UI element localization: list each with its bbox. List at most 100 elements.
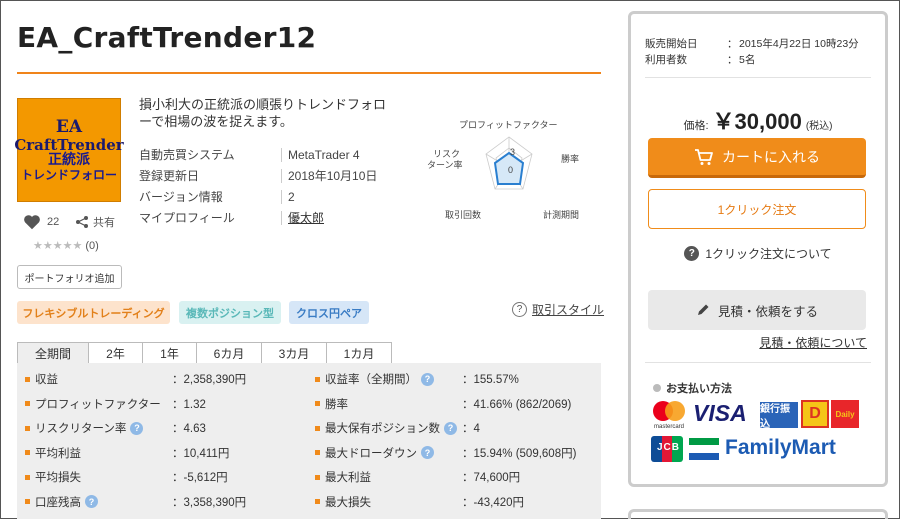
rating-count: (0) (85, 240, 99, 252)
bullet-icon (25, 401, 30, 407)
help-icon[interactable]: ? (85, 495, 98, 509)
stat-value: ：74,600円 (462, 472, 521, 485)
payment-title-label: お支払い方法 (666, 383, 732, 395)
quote-request-button[interactable]: 見積・依頼をする (648, 290, 866, 330)
release-date-label: 販売開始日 (645, 38, 698, 50)
stat-value: ：-5,612円 (172, 472, 228, 485)
share-label: 共有 (93, 217, 115, 229)
bullet-icon (25, 425, 30, 431)
page-title: EA_CraftTrender12 (17, 21, 317, 54)
tab-1m[interactable]: 1カ月 (326, 342, 392, 364)
divider (645, 77, 871, 78)
stat-label: 収益 (35, 374, 58, 387)
familymart-logo: FamilyMart (725, 436, 836, 459)
rating-stars: ★★★★★ (33, 240, 83, 252)
info-row-updated: 登録更新日 2018年10月10日 (139, 165, 377, 186)
stats-panel: 収益 ：2,358,390円 プロフィットファクター ：1.32 リスクリターン… (17, 363, 601, 519)
familymart-stripes (689, 438, 719, 460)
cart-icon (695, 148, 713, 165)
tab-6m[interactable]: 6カ月 (196, 342, 262, 364)
stat-row: プロフィットファクター ：1.32 (25, 392, 305, 417)
about-quote-link[interactable]: 見積・依頼について (759, 334, 867, 351)
bullet-icon (315, 376, 320, 382)
radar-label-winrate: 勝率 (561, 153, 579, 164)
about-one-click-link[interactable]: ? 1クリック注文について (631, 245, 885, 262)
radar-scale-min: 0 (508, 165, 513, 175)
stat-label: リスクリターン率? (35, 420, 144, 436)
divider (281, 210, 282, 225)
add-to-cart-button[interactable]: カートに入れる (648, 138, 866, 178)
stat-label: 口座残高? (35, 494, 98, 510)
add-portfolio-button[interactable]: ポートフォリオ追加 (17, 265, 122, 289)
stat-value: ：1.32 (172, 398, 206, 411)
radar-chart: 3 0 プロフィットファクター 勝率 計測期間 取引回数 リスク ターン率 (427, 120, 579, 220)
bullet-icon (315, 425, 320, 431)
tab-1y[interactable]: 1年 (142, 342, 197, 364)
stats-left-column: 収益 ：2,358,390円 プロフィットファクター ：1.32 リスクリターン… (25, 367, 305, 514)
tag-cross-yen[interactable]: クロス円ペア (289, 301, 369, 324)
pencil-icon (697, 304, 709, 315)
stat-label: 平均損失 (35, 472, 81, 485)
heart-icon (24, 215, 40, 230)
trade-style-link[interactable]: ? 取引スタイル (512, 301, 604, 318)
help-icon[interactable]: ? (130, 421, 144, 435)
period-tabs: 全期間 2年 1年 6カ月 3カ月 1カ月 (17, 342, 392, 364)
thumbnail-text-2: CraftTrender (14, 135, 124, 154)
rating: ★★★★★ (0) (33, 239, 99, 252)
stat-row: 最大保有ポジション数? ：4 (315, 416, 599, 441)
like-button[interactable]: 22 (23, 214, 59, 230)
one-click-order-button[interactable]: 1クリック注文 (648, 189, 866, 229)
price: 価格: ￥30,000 (税込) (631, 104, 885, 136)
question-icon: ? (512, 302, 527, 317)
share-icon (76, 216, 88, 228)
colon: ： (727, 38, 738, 50)
radar-label-risk-2: ターン率 (427, 159, 463, 170)
bank-transfer-logo: 銀行振込 (760, 402, 798, 430)
stat-row: 口座残高? ：3,358,390円 (25, 490, 305, 515)
stat-label: 勝率 (325, 398, 348, 411)
stat-value: ：4.63 (172, 423, 206, 436)
bullet-icon (25, 376, 30, 382)
next-panel-edge (628, 509, 888, 519)
dot-icon (653, 384, 661, 392)
tag-flexible-trading[interactable]: フレキシブルトレーディング (17, 301, 170, 324)
stat-label: 平均利益 (35, 447, 81, 460)
visa-logo: VISA (693, 400, 747, 426)
help-icon[interactable]: ? (421, 446, 434, 460)
users-row: 利用者数 ： 5名 (645, 52, 859, 68)
radar-label-risk-1: リスク (433, 149, 460, 159)
bullet-icon (315, 450, 320, 456)
product-description: 損小利大の正統派の順張りトレンドフォローで相場の波を捉えます。 (139, 97, 387, 129)
d-payment-logo: D (801, 400, 829, 428)
stat-row: 最大ドローダウン? ：15.94% (509,608円) (315, 441, 599, 466)
bullet-icon (315, 499, 320, 505)
info-value: 2018年10月10日 (288, 169, 378, 183)
stat-value: ：155.57% (462, 374, 519, 387)
tab-2y[interactable]: 2年 (88, 342, 143, 364)
tab-all[interactable]: 全期間 (17, 342, 89, 364)
users-label: 利用者数 (645, 54, 687, 66)
bullet-icon (25, 450, 30, 456)
help-icon[interactable]: ? (421, 372, 434, 386)
about-one-click-label: 1クリック注文について (705, 247, 832, 261)
profile-link[interactable]: 優太郎 (288, 209, 324, 226)
stat-label: 最大ドローダウン? (325, 445, 434, 461)
trade-style-label: 取引スタイル (532, 303, 605, 317)
bullet-icon (315, 401, 320, 407)
release-date-value: 2015年4月22日 10時23分 (739, 38, 859, 50)
info-value: 2 (288, 189, 295, 204)
info-row-profile: マイプロフィール 優太郎 (139, 207, 377, 228)
share-button[interactable]: 共有 (75, 214, 115, 230)
divider (281, 147, 282, 162)
tag-multi-position[interactable]: 複数ポジション型 (179, 301, 281, 324)
quote-button-label: 見積・依頼をする (717, 304, 818, 319)
stat-label: 最大損失 (325, 496, 371, 509)
stat-row: 最大損失 ：-43,420円 (315, 490, 599, 515)
release-date-row: 販売開始日 ： 2015年4月22日 10時23分 (645, 36, 859, 52)
mastercard-icon: mastercard (653, 401, 685, 430)
thumbnail-text-4: トレンドフォロー (20, 167, 117, 182)
radar-label-period: 計測期間 (543, 209, 579, 220)
help-icon[interactable]: ? (444, 421, 457, 435)
stat-label-text: 収益率（全期間） (325, 374, 417, 387)
tab-3m[interactable]: 3カ月 (261, 342, 327, 364)
